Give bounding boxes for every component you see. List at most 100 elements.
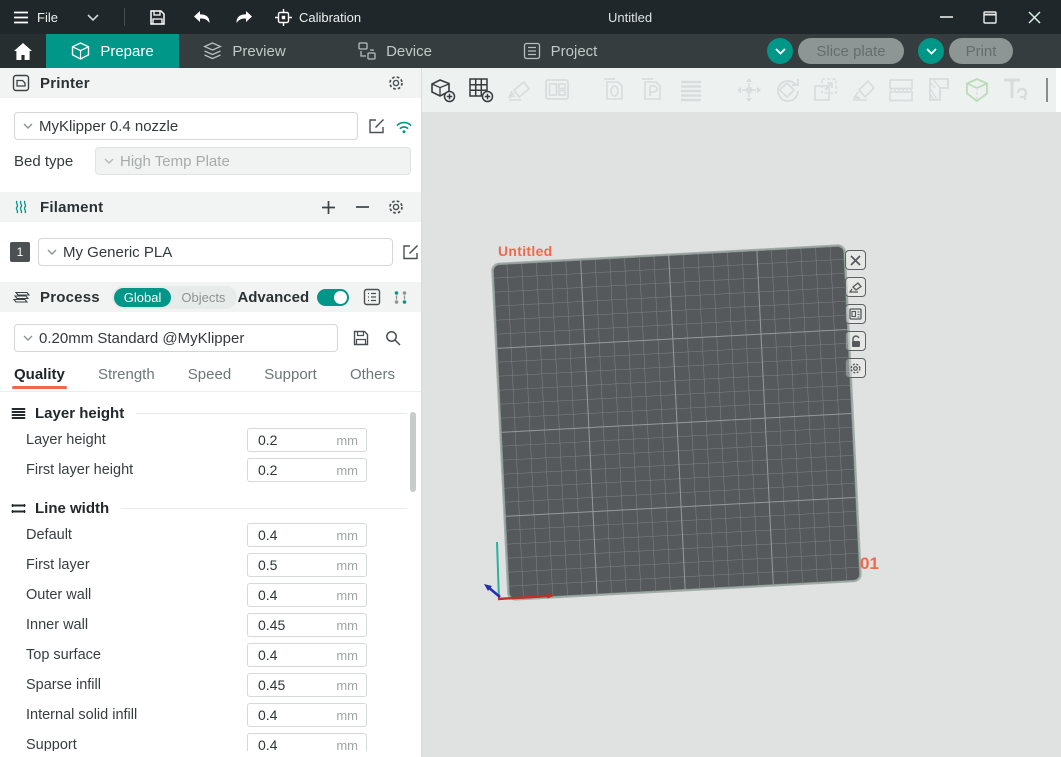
home-button[interactable] [0,34,46,68]
titlebar: File Calibration Untitled [0,0,1061,34]
save-preset-icon[interactable] [352,329,370,347]
first-layer-line-width-input[interactable]: 0.5 mm [247,553,367,577]
filament-settings-gear-icon[interactable] [387,198,405,216]
param-row: Layer height 0.2 mm [0,425,421,455]
process-section-title: Process [40,289,100,306]
tab-strength[interactable]: Strength [98,366,155,391]
tab-project-label: Project [551,43,598,60]
tab-prepare[interactable]: Prepare [46,34,179,68]
printer-preset-select[interactable]: MyKlipper 0.4 nozzle [14,112,358,140]
internal-solid-infill-line-width-input[interactable]: 0.4 mm [247,703,367,727]
plate-buttons [845,250,866,378]
slice-plate-button[interactable]: Slice plate [798,38,904,64]
support-line-width-input[interactable]: 0.4 mm [247,733,367,751]
layer-height-input[interactable]: 0.2 mm [247,428,367,452]
slice-options-button[interactable] [767,38,793,64]
rotate-icon[interactable] [772,75,802,105]
edit-filament-icon[interactable] [401,243,419,261]
plate-name-label[interactable]: Untitled [498,243,553,259]
chevron-down-icon[interactable] [80,4,106,30]
line-width-icon [10,500,27,517]
prepare-icon [71,42,90,60]
file-menu-label: File [37,10,58,25]
divider [136,413,407,414]
scale-icon[interactable] [810,75,840,105]
cut-icon[interactable] [886,75,916,105]
param-row: Support 0.4 mm [0,730,421,751]
outer-wall-line-width-input[interactable]: 0.4 mm [247,583,367,607]
text-icon[interactable] [1000,75,1030,105]
import-params-icon[interactable] [638,75,668,105]
tab-device[interactable]: Device [340,34,450,68]
printer-section-header: Printer [0,68,421,98]
param-row: Sparse infill 0.45 mm [0,670,421,700]
sparse-infill-line-width-input[interactable]: 0.45 mm [247,673,367,697]
plate-settings-icon[interactable] [845,358,866,378]
close-icon[interactable] [1019,4,1049,30]
inner-wall-line-width-input[interactable]: 0.45 mm [247,613,367,637]
advanced-toggle[interactable] [317,289,349,306]
tab-device-label: Device [386,43,432,60]
tab-speed[interactable]: Speed [188,366,231,391]
filament-slot-badge[interactable]: 1 [10,242,30,262]
delete-plate-icon[interactable] [845,250,866,270]
move-icon[interactable] [734,75,764,105]
compare-presets-icon[interactable] [391,288,409,306]
device-icon [358,42,376,60]
auto-orient-icon[interactable] [504,75,534,105]
minimize-icon[interactable] [931,4,961,30]
toolbar-gap [1056,68,1061,112]
default-line-width-input[interactable]: 0.4 mm [247,523,367,547]
filament-preset-select[interactable]: My Generic PLA [38,238,393,266]
printer-settings-gear-icon[interactable] [387,74,405,92]
printer-connection-wifi-icon[interactable] [395,117,413,135]
calibration-button[interactable]: Calibration [275,9,361,26]
scope-objects-button[interactable]: Objects [171,288,235,307]
edit-printer-icon[interactable] [368,117,385,135]
bed-type-select[interactable]: High Temp Plate [95,147,411,175]
import-objects-icon[interactable] [600,75,630,105]
support-paint-icon[interactable] [924,75,954,105]
printer-preset-value: MyKlipper 0.4 nozzle [39,118,178,135]
add-filament-icon[interactable] [319,198,337,216]
print-button[interactable]: Print [949,38,1013,64]
layers-icon[interactable] [676,75,706,105]
redo-icon[interactable] [231,4,257,30]
viewport-toolbar [422,68,1061,112]
scope-global-button[interactable]: Global [114,288,172,307]
undo-icon[interactable] [189,4,215,30]
tab-project[interactable]: Project [505,34,615,68]
file-menu[interactable]: File [12,4,58,30]
save-icon[interactable] [145,4,171,30]
process-preset-select[interactable]: 0.20mm Standard @MyKlipper [14,324,338,352]
build-plate[interactable] [492,245,861,600]
arrange-icon[interactable] [542,75,572,105]
chevron-down-icon [23,123,33,129]
orient-plate-icon[interactable] [845,277,866,297]
tab-support[interactable]: Support [264,366,317,391]
tab-others[interactable]: Others [350,366,395,391]
add-model-icon[interactable] [428,75,458,105]
lock-plate-icon[interactable] [845,331,866,351]
settings-scrollbar[interactable] [410,412,416,492]
print-options-button[interactable] [918,38,944,64]
viewport-3d[interactable]: Untitled 01 [422,68,1061,757]
process-list-icon[interactable] [363,288,381,306]
remove-filament-icon[interactable] [353,198,371,216]
boolean-icon[interactable] [962,75,992,105]
titlebar-separator [124,8,125,26]
settings-scroll-area: Layer height Layer height 0.2 mm First l… [0,392,421,751]
top-surface-line-width-input[interactable]: 0.4 mm [247,643,367,667]
tab-preview[interactable]: Preview [179,34,310,68]
advanced-label: Advanced [237,289,309,306]
param-row: First layer 0.5 mm [0,550,421,580]
maximize-icon[interactable] [975,4,1005,30]
place-on-face-icon[interactable] [848,75,878,105]
first-layer-height-input[interactable]: 0.2 mm [247,458,367,482]
build-plate-scene[interactable] [422,68,1060,757]
filament-section-header: Filament [0,192,421,222]
add-plate-icon[interactable] [466,75,496,105]
tab-quality[interactable]: Quality [14,366,65,391]
search-params-icon[interactable] [384,329,402,347]
arrange-plate-icon[interactable] [845,304,866,324]
